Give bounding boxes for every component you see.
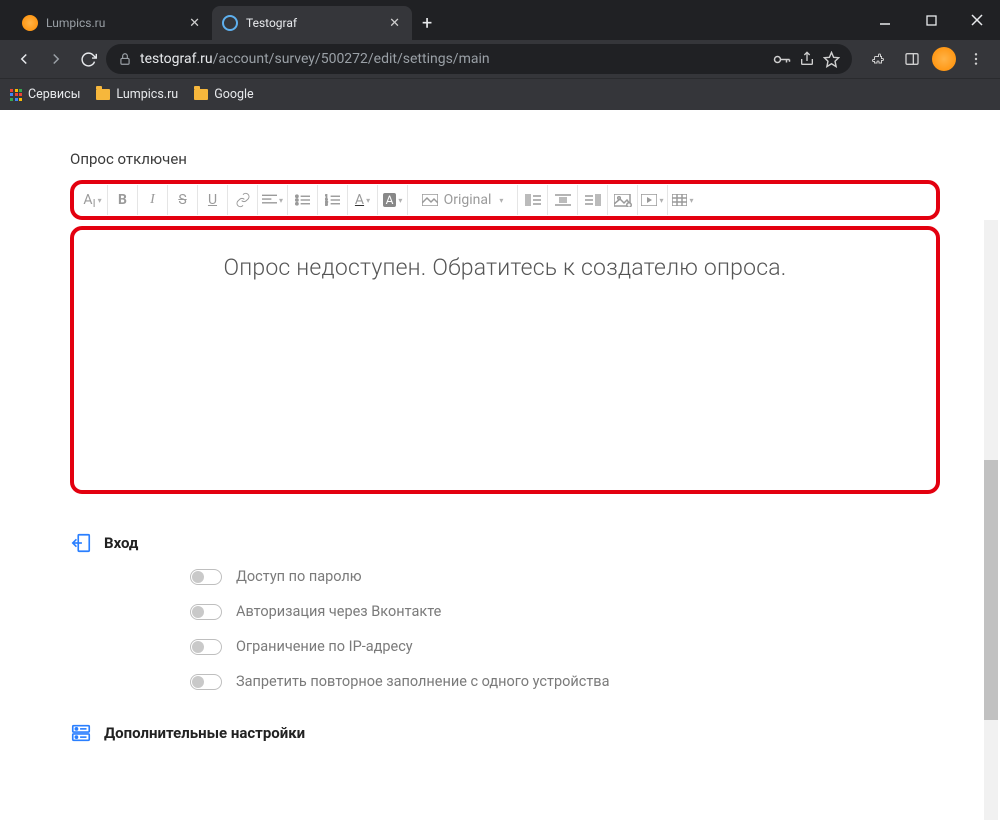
close-tab-icon[interactable]: ✕ xyxy=(389,16,400,31)
folder-icon xyxy=(96,89,110,100)
tab-testograf[interactable]: Testograf ✕ xyxy=(212,6,412,40)
highlight-button[interactable]: A▾ xyxy=(378,185,408,215)
window-controls xyxy=(862,0,1000,40)
link-button[interactable] xyxy=(228,185,258,215)
url-text: testograf.ru/account/survey/500272/edit/… xyxy=(140,51,490,67)
page-content: Опрос отключен AI▾ B I S U ▾ 123 A▾ A▾ O… xyxy=(0,110,1000,822)
toggle-ip[interactable]: Ограничение по IP-адресу xyxy=(190,638,940,655)
toggle-label: Авторизация через Вконтакте xyxy=(236,603,441,620)
section-title: Вход xyxy=(104,534,138,552)
tab-lumpics[interactable]: Lumpics.ru ✕ xyxy=(12,6,212,40)
apps-label: Сервисы xyxy=(28,87,80,102)
italic-button[interactable]: I xyxy=(138,185,168,215)
switch-icon[interactable] xyxy=(190,569,222,585)
favicon-orange-icon xyxy=(22,15,38,31)
section-extra: Дополнительные настройки xyxy=(70,718,940,758)
apps-button[interactable]: Сервисы xyxy=(10,87,80,102)
switch-icon[interactable] xyxy=(190,639,222,655)
bookmark-label: Lumpics.ru xyxy=(116,87,178,102)
new-tab-button[interactable]: + xyxy=(412,7,442,40)
nav-forward-button[interactable] xyxy=(42,45,70,73)
strike-button[interactable]: S xyxy=(168,185,198,215)
star-icon[interactable] xyxy=(823,51,840,68)
key-icon[interactable] xyxy=(773,53,791,66)
image-size-button[interactable]: Original▾ xyxy=(408,185,518,215)
profile-avatar[interactable] xyxy=(932,47,956,71)
editor-text: Опрос недоступен. Обратитесь к создателю… xyxy=(94,254,916,281)
close-tab-icon[interactable]: ✕ xyxy=(189,16,200,31)
favicon-ring-icon xyxy=(222,15,238,31)
original-label: Original xyxy=(444,192,492,208)
bullet-list-button[interactable] xyxy=(288,185,318,215)
section-login: Вход Доступ по паролю Авторизация через … xyxy=(70,528,940,690)
number-list-button[interactable]: 123 xyxy=(318,185,348,215)
window-close-button[interactable] xyxy=(954,0,1000,40)
toggle-repeat[interactable]: Запретить повторное заполнение с одного … xyxy=(190,673,940,690)
tab-label: Testograf xyxy=(246,16,297,30)
nav-reload-button[interactable] xyxy=(74,45,102,73)
insert-video-button[interactable]: ▾ xyxy=(638,185,668,215)
settings-list-icon xyxy=(70,722,92,744)
editor-content-highlight[interactable]: Опрос недоступен. Обратитесь к создателю… xyxy=(70,226,940,494)
font-size-button[interactable]: AI▾ xyxy=(78,185,108,215)
toggle-label: Запретить повторное заполнение с одного … xyxy=(236,673,609,690)
chrome-titlebar: Lumpics.ru ✕ Testograf ✕ + xyxy=(0,0,1000,40)
bookmark-google[interactable]: Google xyxy=(194,87,253,102)
bookmark-lumpics[interactable]: Lumpics.ru xyxy=(96,87,178,102)
bookmarks-bar: Сервисы Lumpics.ru Google xyxy=(0,78,1000,110)
url-bar[interactable]: testograf.ru/account/survey/500272/edit/… xyxy=(106,44,852,74)
folder-icon xyxy=(194,89,208,100)
align-button[interactable]: ▾ xyxy=(258,185,288,215)
page-scrollbar[interactable] xyxy=(984,220,998,820)
switch-icon[interactable] xyxy=(190,674,222,690)
insert-image-button[interactable] xyxy=(608,185,638,215)
section-head[interactable]: Дополнительные настройки xyxy=(70,718,940,758)
lock-icon xyxy=(118,52,132,66)
toggle-label: Доступ по паролю xyxy=(236,568,362,585)
chrome-menu-icon[interactable] xyxy=(962,45,990,73)
bold-button[interactable]: B xyxy=(108,185,138,215)
sidepanel-icon[interactable] xyxy=(898,45,926,73)
section-head[interactable]: Вход xyxy=(70,528,940,568)
underline-button[interactable]: U xyxy=(198,185,228,215)
tab-label: Lumpics.ru xyxy=(46,16,105,30)
apps-grid-icon xyxy=(10,89,22,101)
login-icon xyxy=(70,532,92,554)
toggle-label: Ограничение по IP-адресу xyxy=(236,638,413,655)
text-color-button[interactable]: A▾ xyxy=(348,185,378,215)
survey-disabled-label: Опрос отключен xyxy=(70,150,940,168)
editor-toolbar-highlight: AI▾ B I S U ▾ 123 A▾ A▾ Original▾ ▾ ▾ xyxy=(70,180,940,220)
insert-table-button[interactable]: ▾ xyxy=(668,185,698,215)
share-icon[interactable] xyxy=(799,51,815,67)
svg-text:3: 3 xyxy=(325,202,328,206)
toggle-password[interactable]: Доступ по паролю xyxy=(190,568,940,585)
switch-icon[interactable] xyxy=(190,604,222,620)
float-right-button[interactable] xyxy=(578,185,608,215)
bookmark-label: Google xyxy=(214,87,253,102)
float-left-button[interactable] xyxy=(518,185,548,215)
section-title: Дополнительные настройки xyxy=(104,724,305,742)
scrollbar-thumb[interactable] xyxy=(984,460,998,720)
chrome-toolbar: testograf.ru/account/survey/500272/edit/… xyxy=(0,40,1000,78)
window-minimize-button[interactable] xyxy=(862,0,908,40)
float-center-button[interactable] xyxy=(548,185,578,215)
toggle-vk[interactable]: Авторизация через Вконтакте xyxy=(190,603,940,620)
nav-back-button[interactable] xyxy=(10,45,38,73)
window-maximize-button[interactable] xyxy=(908,0,954,40)
extensions-icon[interactable] xyxy=(864,45,892,73)
